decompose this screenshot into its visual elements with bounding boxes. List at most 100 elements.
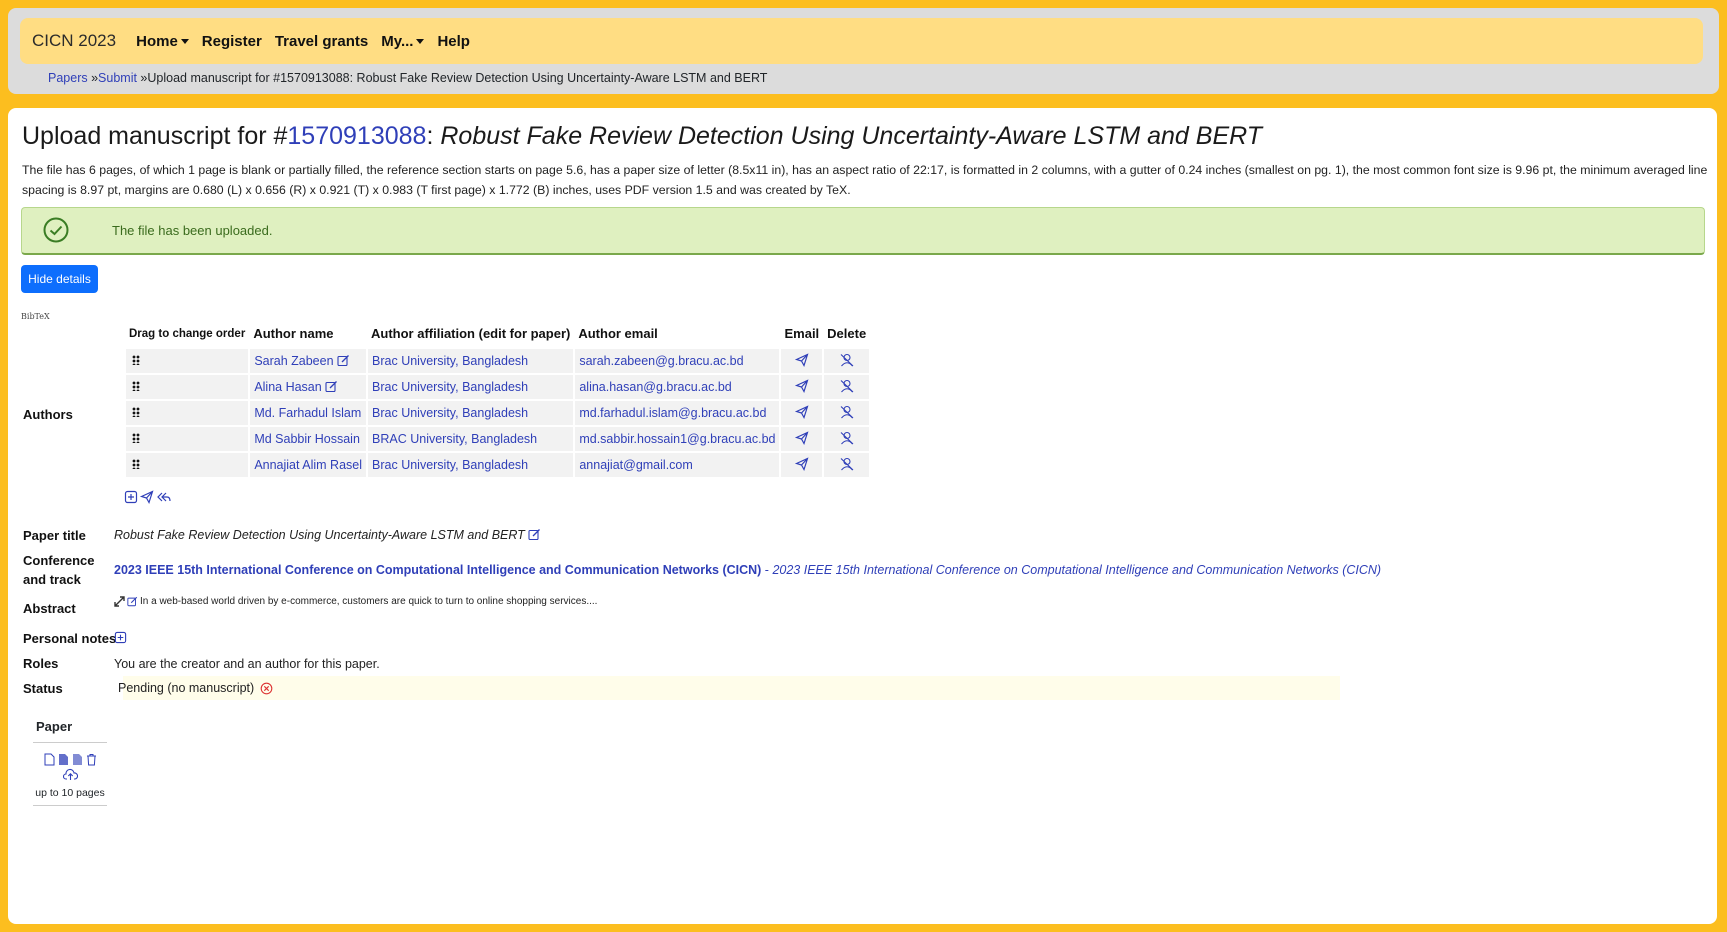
hide-details-button[interactable]: Hide details — [21, 265, 98, 293]
paper-id-link[interactable]: 1570913088 — [287, 122, 426, 150]
edit-icon[interactable] — [337, 354, 350, 367]
nav-home[interactable]: Home — [136, 33, 189, 50]
drag-handle[interactable] — [126, 375, 249, 399]
col-email-action: Email — [784, 326, 820, 341]
send-icon[interactable] — [794, 456, 809, 471]
status-box — [123, 676, 1340, 700]
nav-my[interactable]: My... — [381, 33, 425, 50]
pdf-file-icon[interactable] — [44, 753, 55, 766]
drag-handle-icon — [132, 459, 140, 469]
author-name-cell[interactable]: Md Sabbir Hossain — [250, 427, 367, 451]
page-limit: up to 10 pages — [33, 787, 107, 806]
abstract-label: Abstract — [23, 601, 76, 616]
add-note-icon[interactable] — [114, 631, 127, 644]
status-value: Pending (no manuscript) — [118, 681, 273, 695]
author-email[interactable]: annajiat@gmail.com — [575, 453, 780, 477]
table-row: Annajiat Alim Rasel Brac University, Bang… — [126, 453, 870, 477]
brand[interactable]: CICN 2023 — [32, 31, 116, 51]
drag-handle-icon — [132, 381, 140, 391]
abstract-text: In a web-based world driven by e-commerc… — [140, 596, 598, 607]
author-email[interactable]: alina.hasan@g.bracu.ac.bd — [575, 375, 780, 399]
nav-help[interactable]: Help — [437, 33, 470, 50]
edit-icon[interactable] — [528, 528, 541, 541]
file-text-icon[interactable] — [72, 753, 83, 766]
nav-help-label: Help — [437, 32, 470, 50]
author-email[interactable]: md.sabbir.hossain1@g.bracu.ac.bd — [575, 427, 780, 451]
author-name[interactable]: Md. Farhadul Islam — [254, 406, 361, 420]
conference-link[interactable]: 2023 IEEE 15th International Conference … — [114, 563, 761, 577]
edit-icon[interactable] — [325, 380, 338, 393]
cancel-circle-icon[interactable] — [260, 682, 273, 695]
edit-icon[interactable] — [127, 596, 138, 607]
author-name[interactable]: Sarah Zabeen — [254, 354, 333, 368]
drag-handle-icon — [132, 355, 140, 365]
breadcrumb-submit[interactable]: Submit — [98, 71, 137, 85]
bibtex-link[interactable]: BibTeX — [21, 312, 50, 321]
author-name-cell[interactable]: Md. Farhadul Islam — [250, 401, 367, 425]
author-affiliation[interactable]: Brac University, Bangladesh — [368, 401, 574, 425]
drag-handle[interactable] — [126, 427, 249, 451]
track-sep: - — [761, 563, 773, 577]
col-delete: Delete — [827, 326, 867, 341]
remove-user-icon[interactable] — [839, 379, 855, 393]
status-label: Status — [23, 681, 63, 696]
paper-label: Paper — [33, 716, 107, 743]
delete-author-cell — [824, 349, 870, 373]
remove-user-icon[interactable] — [839, 457, 855, 471]
send-icon[interactable] — [794, 404, 809, 419]
nav-register[interactable]: Register — [202, 33, 262, 50]
author-name-cell[interactable]: Sarah Zabeen — [250, 349, 367, 373]
email-author-cell — [781, 401, 823, 425]
breadcrumb-current: Upload manuscript for #1570913088: Robus… — [147, 71, 768, 85]
top-header: CICN 2023 Home Register Travel grants My… — [8, 8, 1719, 94]
author-name[interactable]: Annajiat Alim Rasel — [254, 458, 362, 472]
file-info: The file has 6 pages, of which 1 page is… — [22, 163, 1708, 197]
file-info-icon[interactable] — [58, 753, 69, 766]
author-name-cell[interactable]: Annajiat Alim Rasel — [250, 453, 367, 477]
trash-icon[interactable] — [86, 753, 97, 766]
delete-author-cell — [824, 401, 870, 425]
author-email[interactable]: md.farhadul.islam@g.bracu.ac.bd — [575, 401, 780, 425]
send-icon[interactable] — [794, 430, 809, 445]
nav-travel-grants[interactable]: Travel grants — [275, 33, 368, 50]
upload-icon[interactable] — [62, 768, 78, 781]
drag-handle[interactable] — [126, 453, 249, 477]
main-content: Upload manuscript for #1570913088: Robus… — [8, 108, 1717, 924]
expand-icon[interactable] — [114, 596, 125, 607]
conference-label: Conference and track — [23, 551, 95, 589]
author-email[interactable]: sarah.zabeen@g.bracu.ac.bd — [575, 349, 780, 373]
drag-handle-icon — [132, 433, 140, 443]
send-all-icon[interactable] — [140, 490, 154, 504]
author-affiliation[interactable]: Brac University, Bangladesh — [368, 349, 574, 373]
abstract-value: In a web-based world driven by e-commerc… — [114, 596, 597, 607]
author-affiliation[interactable]: Brac University, Bangladesh — [368, 453, 574, 477]
email-author-cell — [781, 427, 823, 451]
remove-user-icon[interactable] — [839, 431, 855, 445]
table-row: Alina Hasan Brac University, Bangladesh a… — [126, 375, 870, 399]
col-drag: Drag to change order — [129, 327, 246, 340]
page-title: Upload manuscript for #1570913088: Robus… — [22, 122, 1262, 151]
status-text: Pending (no manuscript) — [118, 681, 255, 695]
author-name-cell[interactable]: Alina Hasan — [250, 375, 367, 399]
table-row: Md. Farhadul Islam Brac University, Bangl… — [126, 401, 870, 425]
send-icon[interactable] — [794, 352, 809, 367]
remove-user-icon[interactable] — [839, 353, 855, 367]
add-author-icon[interactable] — [124, 490, 138, 504]
paper-actions — [33, 753, 107, 766]
author-affiliation[interactable]: BRAC University, Bangladesh — [368, 427, 574, 451]
author-affiliation[interactable]: Brac University, Bangladesh — [368, 375, 574, 399]
reply-all-icon[interactable] — [156, 490, 172, 504]
paper-title-text: Robust Fake Review Detection Using Uncer… — [114, 528, 525, 542]
col-author-name: Author name — [253, 326, 334, 341]
author-name[interactable]: Alina Hasan — [254, 380, 321, 394]
nav-register-label: Register — [201, 32, 262, 50]
delete-author-cell — [824, 427, 870, 451]
personal-notes-label: Personal notes — [23, 631, 117, 646]
send-icon[interactable] — [794, 378, 809, 393]
drag-handle[interactable] — [126, 349, 249, 373]
author-name[interactable]: Md Sabbir Hossain — [254, 432, 360, 446]
conference-label-2: and track — [23, 572, 81, 587]
remove-user-icon[interactable] — [839, 405, 855, 419]
drag-handle[interactable] — [126, 401, 249, 425]
breadcrumb-papers[interactable]: Papers — [48, 71, 88, 85]
